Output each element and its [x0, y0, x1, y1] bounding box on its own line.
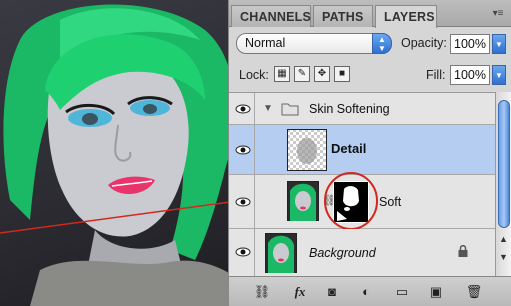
tab-channels[interactable]: CHANNELS — [231, 5, 311, 27]
link-layers-icon[interactable]: ⛓ — [251, 283, 273, 301]
tab-paths[interactable]: PATHS — [313, 5, 373, 27]
chevron-updown-icon: ▲ ▼ — [372, 33, 392, 54]
fill-label: Fill: — [426, 68, 446, 82]
adjustment-layer-icon[interactable]: ◐ — [357, 283, 375, 301]
scroll-up-icon[interactable]: ▲ — [499, 234, 508, 244]
layer-name: Background — [309, 246, 376, 260]
layer-thumbnail — [287, 129, 327, 171]
photo-canvas — [0, 0, 245, 306]
annotation-circle — [324, 172, 378, 230]
layer-row-skin-softening[interactable]: ▼ Skin Softening — [229, 93, 495, 125]
layers-toolbar: ⛓ fx ◙ ◐ ▭ ▣ 🗑 — [229, 276, 511, 306]
lock-label: Lock: — [239, 68, 269, 82]
layer-name: Detail — [331, 141, 367, 156]
new-group-icon[interactable]: ▭ — [393, 283, 411, 301]
chevron-down-icon[interactable]: ▼ — [492, 65, 506, 85]
tab-layers[interactable]: LAYERS — [375, 5, 437, 28]
lock-icon — [458, 245, 468, 257]
scroll-down-icon[interactable]: ▼ — [499, 252, 508, 262]
eye-icon[interactable] — [235, 104, 251, 114]
disclosure-triangle-icon[interactable]: ▼ — [263, 103, 273, 114]
layer-thumbnail — [287, 181, 319, 221]
lock-transparency-icon[interactable]: ▦ — [274, 66, 290, 82]
portrait-illustration — [0, 4, 245, 306]
folder-icon — [281, 103, 299, 116]
visibility-cell — [229, 125, 255, 174]
lock-position-icon[interactable]: ✥ — [314, 66, 330, 82]
fx-icon[interactable]: fx — [289, 283, 311, 301]
layers-panel: CHANNELS PATHS LAYERS ▾≡ Normal ▲ ▼ Opaci… — [228, 0, 511, 306]
visibility-cell — [229, 229, 255, 276]
opacity-label: Opacity: — [401, 36, 447, 50]
eye-icon[interactable] — [235, 197, 251, 207]
visibility-cell — [229, 93, 255, 124]
layer-row-soft[interactable]: ⛓ Soft — [229, 172, 495, 230]
new-layer-icon[interactable]: ▣ — [427, 283, 445, 301]
panel-menu-icon[interactable]: ▾≡ — [490, 7, 506, 21]
layer-name: Skin Softening — [309, 102, 390, 116]
fill-input[interactable]: 100% — [450, 65, 490, 85]
eye-icon[interactable] — [235, 247, 251, 257]
blend-mode-select[interactable]: Normal ▲ ▼ — [236, 33, 392, 54]
layer-row-background[interactable]: Background — [229, 229, 495, 277]
layer-name: Soft — [379, 195, 402, 209]
layer-list: ▼ Skin Softening Detail ⛓ Soft Backgroun… — [229, 92, 495, 277]
visibility-cell — [229, 175, 255, 228]
scroll-thumb[interactable] — [498, 100, 510, 228]
opacity-input[interactable]: 100% — [450, 34, 490, 54]
chevron-down-icon[interactable]: ▼ — [492, 34, 506, 54]
blend-mode-value: Normal — [245, 36, 286, 50]
trash-icon[interactable]: 🗑 — [465, 283, 483, 301]
layer-list-scrollbar[interactable]: ▲ ▼ — [495, 92, 511, 276]
layer-thumbnail — [265, 233, 297, 273]
eye-icon[interactable] — [235, 145, 251, 155]
panel-tab-bar: CHANNELS PATHS LAYERS ▾≡ — [229, 0, 511, 28]
lock-image-icon[interactable]: ✎ — [294, 66, 310, 82]
lock-all-icon[interactable]: ■ — [334, 66, 350, 82]
layer-row-detail[interactable]: Detail — [229, 125, 495, 175]
add-mask-icon[interactable]: ◙ — [323, 283, 341, 301]
